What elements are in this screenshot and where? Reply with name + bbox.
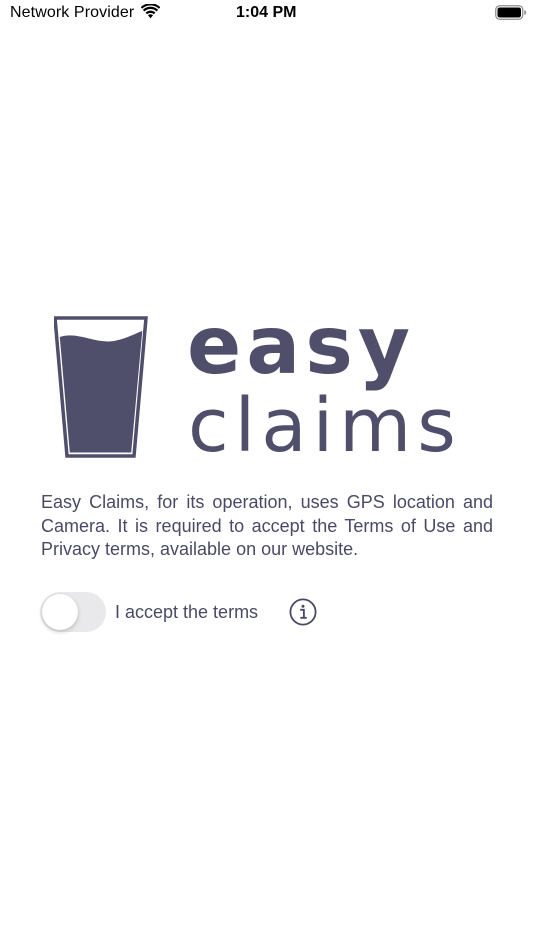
carrier-name: Network Provider: [10, 4, 135, 21]
glass-of-water-icon: [54, 316, 148, 458]
accept-terms-label: I accept the terms: [115, 602, 259, 622]
battery-icon: [495, 5, 527, 20]
logo-wordmark-claims: claims: [188, 383, 462, 469]
app-logo: easy claims: [54, 306, 484, 469]
wifi-icon: [141, 4, 160, 19]
toggle-knob: [42, 594, 78, 630]
status-bar: Network Provider 1:04 PM: [0, 0, 534, 28]
accept-terms-toggle[interactable]: [40, 592, 106, 632]
accept-terms-row: I accept the terms: [40, 592, 340, 632]
status-time: 1:04 PM: [236, 4, 297, 21]
permissions-description: Easy Claims, for its operation, uses GPS…: [41, 492, 493, 559]
logo-wordmark-easy: easy: [187, 299, 416, 392]
info-icon[interactable]: [289, 598, 317, 626]
